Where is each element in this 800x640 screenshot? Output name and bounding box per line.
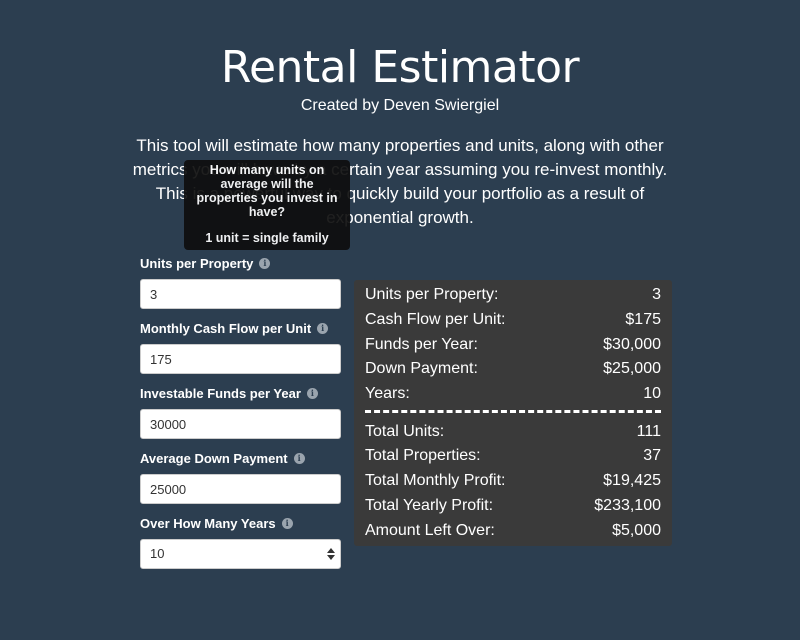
result-row: Total Yearly Profit: $233,100 bbox=[365, 494, 661, 519]
years-select-value: 10 bbox=[150, 546, 165, 561]
dashed-divider bbox=[365, 410, 661, 414]
result-label: Amount Left Over: bbox=[365, 521, 495, 539]
result-label: Cash Flow per Unit: bbox=[365, 311, 506, 329]
funds-label: Investable Funds per Year bbox=[140, 385, 301, 401]
down-payment-label: Average Down Payment bbox=[140, 450, 288, 466]
result-label: Total Units: bbox=[365, 422, 445, 440]
result-row: Cash Flow per Unit: $175 bbox=[365, 308, 661, 333]
result-row: Funds per Year: $30,000 bbox=[365, 332, 661, 357]
cashflow-input[interactable] bbox=[140, 344, 341, 374]
result-label: Funds per Year: bbox=[365, 335, 478, 353]
result-value: $175 bbox=[625, 311, 661, 329]
select-arrows-icon bbox=[327, 548, 335, 560]
result-row: Down Payment: $25,000 bbox=[365, 357, 661, 382]
info-circle-icon[interactable]: i bbox=[259, 257, 271, 269]
result-row: Units per Property: 3 bbox=[365, 283, 661, 308]
result-value: 3 bbox=[652, 286, 661, 304]
result-value: 111 bbox=[636, 422, 661, 440]
tooltip-question: How many units on average will the prope… bbox=[196, 163, 338, 219]
result-row: Years: 10 bbox=[365, 382, 661, 407]
result-row: Amount Left Over: $5,000 bbox=[365, 518, 661, 543]
info-circle-icon[interactable]: i bbox=[281, 517, 293, 529]
result-label: Down Payment: bbox=[365, 360, 478, 378]
result-row: Total Properties: 37 bbox=[365, 444, 661, 469]
results-panel: Units per Property: 3 Cash Flow per Unit… bbox=[354, 280, 672, 546]
units-input[interactable] bbox=[140, 279, 341, 309]
units-tooltip: How many units on average will the prope… bbox=[184, 160, 350, 250]
funds-input[interactable] bbox=[140, 409, 341, 439]
page-subtitle: Created by Deven Swiergiel bbox=[300, 97, 500, 114]
result-row: Total Monthly Profit: $19,425 bbox=[365, 469, 661, 494]
funds-field: Investable Funds per Year i bbox=[140, 382, 341, 447]
result-label: Units per Property: bbox=[365, 286, 499, 304]
result-label: Total Properties: bbox=[365, 447, 481, 465]
years-field: Over How Many Years i 10 bbox=[140, 512, 341, 577]
result-value: $25,000 bbox=[603, 360, 661, 378]
page-title: Rental Estimator bbox=[220, 42, 580, 93]
cashflow-field: Monthly Cash Flow per Unit i bbox=[140, 317, 341, 382]
result-value: $233,100 bbox=[594, 496, 661, 514]
units-label: Units per Property bbox=[140, 255, 254, 271]
result-label: Total Monthly Profit: bbox=[365, 472, 506, 490]
result-row: Total Units: 111 bbox=[365, 419, 661, 444]
info-circle-icon[interactable]: i bbox=[306, 387, 318, 399]
units-field: Units per Property i bbox=[140, 252, 341, 317]
info-circle-icon[interactable]: i bbox=[317, 322, 329, 334]
cashflow-label: Monthly Cash Flow per Unit bbox=[140, 320, 312, 336]
tooltip-note: 1 unit = single family bbox=[205, 231, 329, 245]
result-value: $5,000 bbox=[612, 521, 661, 539]
result-label: Years: bbox=[365, 385, 410, 403]
info-circle-icon[interactable]: i bbox=[293, 452, 305, 464]
years-label: Over How Many Years bbox=[140, 515, 276, 531]
down-payment-field: Average Down Payment i bbox=[140, 447, 341, 512]
result-value: $19,425 bbox=[603, 472, 661, 490]
result-value: 10 bbox=[643, 385, 661, 403]
years-select[interactable]: 10 bbox=[140, 539, 341, 569]
down-payment-input[interactable] bbox=[140, 474, 341, 504]
result-value: 37 bbox=[643, 447, 661, 465]
input-form: Units per Property i Monthly Cash Flow p… bbox=[140, 252, 341, 577]
result-label: Total Yearly Profit: bbox=[365, 496, 494, 514]
result-value: $30,000 bbox=[603, 335, 661, 353]
